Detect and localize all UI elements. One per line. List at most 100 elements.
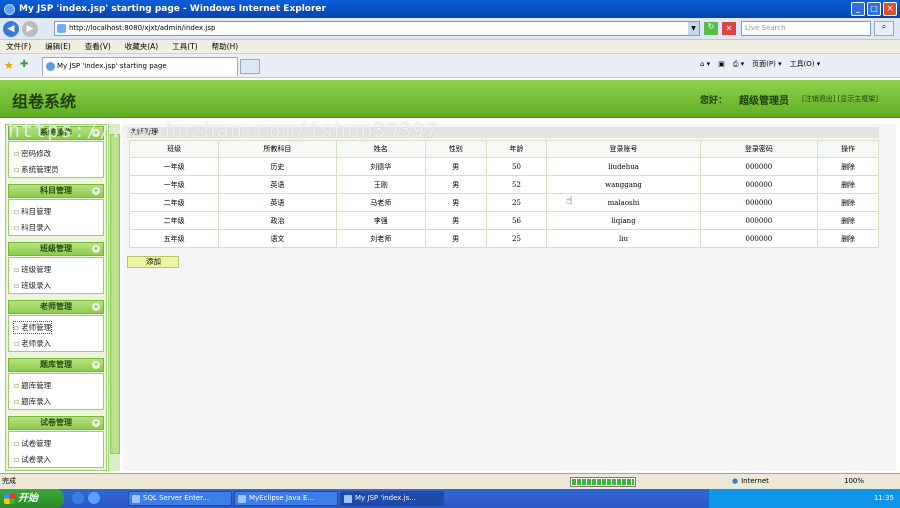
- cell-name: 刘老师: [335, 229, 426, 248]
- refresh-button[interactable]: ↻: [704, 22, 718, 35]
- delete-link[interactable]: 删除: [817, 175, 879, 194]
- scrollbar-thumb[interactable]: [110, 134, 120, 454]
- search-input[interactable]: Live Search: [741, 21, 871, 36]
- menu-bar: 文件(F) 编辑(E) 查看(V) 收藏夹(A) 工具(T) 帮助(H): [0, 40, 900, 54]
- ie-quicklaunch-icon[interactable]: [88, 492, 100, 504]
- menu-tools[interactable]: 工具(T): [172, 41, 197, 52]
- sidebar-group-teacher[interactable]: 老师管理 «: [8, 300, 104, 314]
- window-title-bar: My JSP 'index.jsp' starting page - Windo…: [0, 0, 900, 18]
- cell-password: 000000: [699, 211, 819, 230]
- cell-subject: 政治: [218, 211, 337, 230]
- cell-age: 25: [485, 193, 548, 212]
- address-dropdown-icon[interactable]: ▼: [688, 22, 699, 35]
- sidebar-item-class-add[interactable]: 班级录入: [14, 280, 51, 291]
- search-icon[interactable]: ⌕: [874, 21, 894, 36]
- sidebar-item-subject-add[interactable]: 科目录入: [14, 222, 51, 233]
- sidebar-group-question-bank[interactable]: 题库管理 «: [8, 358, 104, 372]
- print-icon[interactable]: ⎙ ▾: [733, 60, 744, 69]
- collapse-icon[interactable]: «: [92, 187, 100, 195]
- sidebar-item-bank-manage[interactable]: 题库管理: [14, 380, 51, 391]
- minimize-button[interactable]: _: [851, 2, 865, 16]
- delete-link[interactable]: 删除: [817, 211, 879, 230]
- home-icon[interactable]: ⌂ ▾: [700, 60, 710, 68]
- sidebar-group-class[interactable]: 班级管理 «: [8, 242, 104, 256]
- sidebar-item-bank-add[interactable]: 题库录入: [14, 396, 51, 407]
- tools-menu[interactable]: 工具(O) ▾: [790, 59, 821, 69]
- group-title: 班级管理: [40, 244, 72, 253]
- menu-favorites[interactable]: 收藏夹(A): [125, 41, 158, 52]
- table-row: 二年级 政治 李强 男 56 liqiang 000000 删除: [128, 211, 879, 230]
- menu-file[interactable]: 文件(F): [6, 41, 31, 52]
- column-header: 性别: [424, 140, 487, 158]
- menu-view[interactable]: 查看(V): [85, 41, 111, 52]
- sidebar-group-paper[interactable]: 试卷管理 «: [8, 416, 104, 430]
- start-button[interactable]: 开始: [0, 489, 64, 508]
- favorites-star-icon[interactable]: ★: [4, 59, 14, 72]
- zoom-level[interactable]: 100%: [844, 474, 864, 488]
- address-toolbar: ◀ ▶ http://localhost:8080/xjxt/admin/ind…: [0, 18, 900, 40]
- taskbar-myeclipse[interactable]: MyEclipse Java E...: [234, 491, 338, 506]
- address-input[interactable]: http://localhost:8080/xjxt/admin/index.j…: [54, 21, 700, 36]
- teacher-table: 班级 所教科目 姓名 性别 年龄 登录账号 登录密码 操作 一年级 历史 刘德华…: [128, 140, 879, 248]
- header-links[interactable]: [注销退出] [显示主框架]: [802, 94, 878, 104]
- collapse-icon[interactable]: «: [92, 361, 100, 369]
- feeds-icon[interactable]: ▣: [718, 60, 725, 68]
- cell-password: 000000: [699, 175, 819, 194]
- table-row: 五年级 语文 刘老师 男 25 liu 000000 删除: [128, 229, 879, 248]
- sidebar-item-paper-manage[interactable]: 试卷管理: [14, 438, 51, 449]
- sidebar-item-teacher-add[interactable]: 老师录入: [14, 338, 51, 349]
- cell-gender: 男: [424, 175, 487, 194]
- taskbar-ie-window[interactable]: My JSP 'index.js...: [340, 491, 444, 506]
- cell-account: liudehua: [546, 157, 701, 176]
- sidebar-item-teacher-manage[interactable]: 老师管理: [12, 321, 53, 334]
- desktop-icon[interactable]: [72, 492, 84, 504]
- cell-age: 50: [485, 157, 548, 176]
- group-title: 试卷管理: [40, 418, 72, 427]
- progress-fill: [572, 479, 634, 485]
- add-favorite-icon[interactable]: ✚: [20, 59, 28, 70]
- cell-subject: 语文: [218, 229, 337, 248]
- taskbar-sql-server[interactable]: SQL Server Enter...: [128, 491, 232, 506]
- close-button[interactable]: ✕: [883, 2, 897, 16]
- group-title: 科目管理: [40, 186, 72, 195]
- cell-age: 25: [485, 229, 548, 248]
- sidebar-item-password[interactable]: 密码修改: [14, 148, 51, 159]
- sidebar-scrollbar[interactable]: [108, 124, 120, 471]
- column-header: 所教科目: [218, 140, 337, 158]
- page-icon: [57, 24, 66, 33]
- delete-link[interactable]: 删除: [817, 193, 879, 212]
- delete-link[interactable]: 删除: [817, 157, 879, 176]
- cell-class: 一年级: [128, 157, 220, 176]
- cell-gender: 男: [424, 193, 487, 212]
- collapse-icon[interactable]: «: [92, 245, 100, 253]
- collapse-icon[interactable]: «: [92, 419, 100, 427]
- cell-class: 五年级: [128, 229, 220, 248]
- collapse-icon[interactable]: «: [92, 303, 100, 311]
- app-header: 组卷系统 您好： 超级管理员 [注销退出] [显示主框架]: [0, 80, 900, 118]
- sidebar-item-admin[interactable]: 系统管理员: [14, 164, 59, 175]
- sidebar-item-paper-add[interactable]: 试卷录入: [14, 454, 51, 465]
- sidebar-item-subject-manage[interactable]: 科目管理: [14, 206, 51, 217]
- menu-edit[interactable]: 编辑(E): [45, 41, 71, 52]
- menu-help[interactable]: 帮助(H): [212, 41, 239, 52]
- forward-button[interactable]: ▶: [22, 20, 38, 37]
- cell-password: 000000: [699, 193, 819, 212]
- stop-button[interactable]: ✕: [722, 22, 736, 35]
- cell-subject: 英语: [218, 175, 337, 194]
- delete-link[interactable]: 删除: [817, 229, 879, 248]
- greeting: 您好：: [700, 96, 728, 106]
- sidebar-group-subject[interactable]: 科目管理 «: [8, 184, 104, 198]
- taskbar: 开始 SQL Server Enter... MyEclipse Java E.…: [0, 489, 900, 508]
- cell-name: 马老师: [335, 193, 426, 212]
- back-button[interactable]: ◀: [3, 20, 19, 37]
- page-menu[interactable]: 页面(P) ▾: [752, 59, 781, 69]
- sidebar-item-class-manage[interactable]: 班级管理: [14, 264, 51, 275]
- add-button[interactable]: 添加: [127, 256, 179, 268]
- group-title: 题库管理: [40, 360, 72, 369]
- current-user: 超级管理员: [739, 96, 789, 107]
- new-tab-button[interactable]: [240, 59, 260, 74]
- cell-subject: 历史: [218, 157, 337, 176]
- tab-index-page[interactable]: My JSP 'index.jsp' starting page: [42, 57, 238, 76]
- cell-password: 000000: [699, 157, 819, 176]
- maximize-button[interactable]: □: [867, 2, 881, 16]
